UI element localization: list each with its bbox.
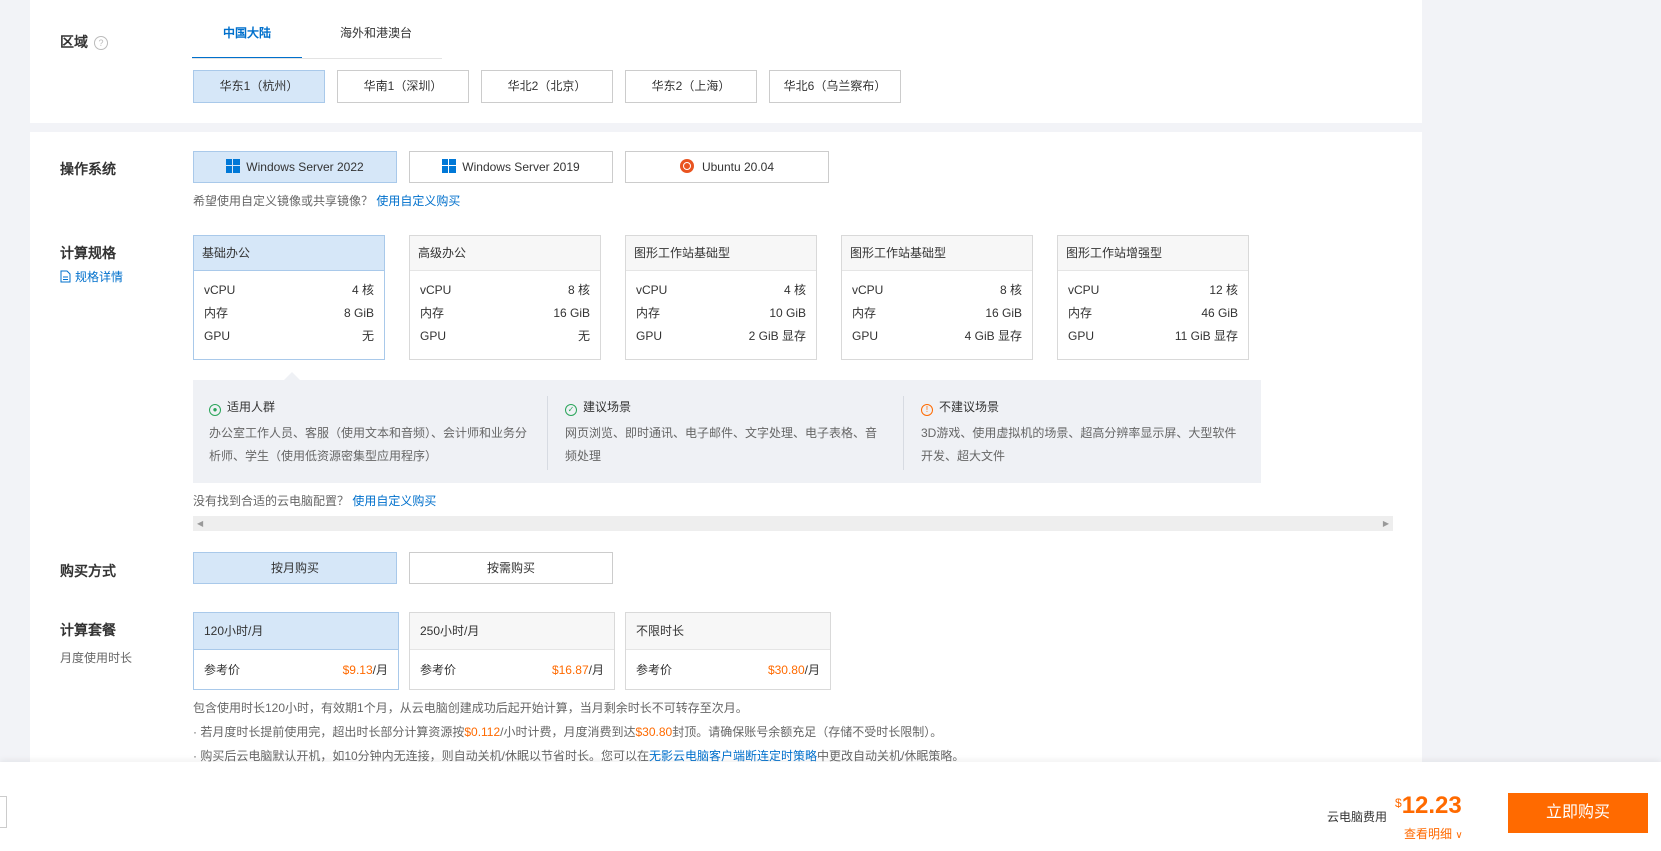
desc-audience: ● 适用人群 办公室工作人员、客服（使用文本和音频）、会计师和业务分析师、学生（使… <box>209 400 528 463</box>
tab-overseas[interactable]: 海外和港澳台 <box>314 24 438 57</box>
os-label: 操作系统 <box>60 161 116 177</box>
package-note-2: · 若月度时长提前使用完，超出时长部分计算资源按$0.112/小时计费，月度消费… <box>193 725 943 739</box>
region-option-shanghai[interactable]: 华东2（上海） <box>625 70 757 103</box>
document-icon <box>60 270 71 283</box>
desc-not-recommended: ! 不建议场景 3D游戏、使用虚拟机的场景、超高分辨率显示屏、大型软件开发、超大文… <box>921 400 1237 463</box>
region-option-hangzhou[interactable]: 华东1（杭州） <box>193 70 325 103</box>
total-price: $12.23 <box>1395 792 1462 819</box>
footer-bar: 云电脑费用 $12.23 查看明细 ∨ 立即购买 <box>0 762 1661 851</box>
spec-detail-link[interactable]: 规格详情 <box>60 268 123 285</box>
divider <box>903 396 904 470</box>
check-circle-icon: ✓ <box>565 404 577 416</box>
tab-mainland-china[interactable]: 中国大陆 <box>192 24 302 59</box>
os-hint: 希望使用自定义镜像或共享镜像？ 使用自定义购买 <box>193 194 461 208</box>
spec-card-title: 图形工作站增强型 <box>1058 236 1248 271</box>
spec-card-graphics-enhanced[interactable]: 图形工作站增强型 vCPU 12 核 内存 46 GiB GPU 11 GiB 显存 <box>1057 235 1249 360</box>
spec-hint: 没有找到合适的云电脑配置？ 使用自定义购买 <box>193 494 437 508</box>
horizontal-scrollbar[interactable]: ◀ ▶ <box>193 516 1393 531</box>
package-option-unlimited[interactable]: 不限时长 参考价 $30.80/月 <box>625 612 831 690</box>
warning-icon: ! <box>921 404 933 416</box>
view-details-link[interactable]: 查看明细 ∨ <box>1404 825 1463 842</box>
windows-icon <box>442 159 457 173</box>
spec-card-graphics-basic-2[interactable]: 图形工作站基础型 vCPU 8 核 内存 16 GiB GPU 4 GiB 显存 <box>841 235 1033 360</box>
footer-left-box[interactable] <box>0 796 7 828</box>
scroll-right-icon[interactable]: ▶ <box>1383 519 1389 528</box>
package-note-1: 包含使用时长120小时，有效期1个月，从云电脑创建成功后起开始计算，当月剩余时长… <box>193 701 748 715</box>
region-option-beijing[interactable]: 华北2（北京） <box>481 70 613 103</box>
ubuntu-icon <box>679 159 694 173</box>
region-option-shenzhen[interactable]: 华南1（深圳） <box>337 70 469 103</box>
os-option-win2019[interactable]: Windows Server 2019 <box>409 151 613 183</box>
desc-recommended: ✓ 建议场景 网页浏览、即时通讯、电子邮件、文字处理、电子表格、音频处理 <box>565 400 878 463</box>
custom-purchase-link-2[interactable]: 使用自定义购买 <box>352 494 436 508</box>
region-panel: 区域? 中国大陆 海外和港澳台 华东1（杭州） 华南1（深圳） 华北2（北京） … <box>30 0 1422 123</box>
scroll-left-icon[interactable]: ◀ <box>197 519 203 528</box>
spec-card-title: 图形工作站基础型 <box>842 236 1032 271</box>
package-option-250h[interactable]: 250小时/月 参考价 $16.87/月 <box>409 612 615 690</box>
spec-card-graphics-basic-1[interactable]: 图形工作站基础型 vCPU 4 核 内存 10 GiB GPU 2 GiB 显存 <box>625 235 817 360</box>
package-sublabel: 月度使用时长 <box>60 651 133 665</box>
tab-divider <box>192 58 442 59</box>
purchase-option-on-demand[interactable]: 按需购买 <box>409 552 613 584</box>
spec-description-panel: ● 适用人群 办公室工作人员、客服（使用文本和音频）、会计师和业务分析师、学生（使… <box>193 380 1261 483</box>
os-option-win2022[interactable]: Windows Server 2022 <box>193 151 397 183</box>
user-icon: ● <box>209 404 221 416</box>
package-option-120h[interactable]: 120小时/月 参考价 $9.13/月 <box>193 612 399 690</box>
fee-label: 云电脑费用 <box>1327 810 1388 824</box>
os-option-ubuntu[interactable]: Ubuntu 20.04 <box>625 151 829 183</box>
chevron-down-icon: ∨ <box>1455 830 1463 841</box>
selection-pointer <box>284 372 300 380</box>
region-option-ulanqab[interactable]: 华北6（乌兰察布） <box>769 70 901 103</box>
windows-icon <box>226 159 241 173</box>
package-label: 计算套餐 <box>60 622 116 638</box>
spec-card-title: 基础办公 <box>194 236 384 271</box>
spec-label: 计算规格 <box>60 245 116 261</box>
custom-purchase-link[interactable]: 使用自定义购买 <box>376 194 460 208</box>
buy-now-button[interactable]: 立即购买 <box>1508 793 1648 833</box>
disconnect-policy-link[interactable]: 无影云电脑客户端断连定时策略 <box>649 749 817 763</box>
spec-card-title: 图形工作站基础型 <box>626 236 816 271</box>
purchase-option-monthly[interactable]: 按月购买 <box>193 552 397 584</box>
region-label: 区域? <box>60 32 108 52</box>
purchase-label: 购买方式 <box>60 563 116 579</box>
spec-card-advanced-office[interactable]: 高级办公 vCPU 8 核 内存 16 GiB GPU 无 <box>409 235 601 360</box>
divider <box>547 396 548 470</box>
spec-card-title: 高级办公 <box>410 236 600 271</box>
spec-card-basic-office[interactable]: 基础办公 vCPU 4 核 内存 8 GiB GPU 无 <box>193 235 385 360</box>
help-icon[interactable]: ? <box>94 36 108 50</box>
